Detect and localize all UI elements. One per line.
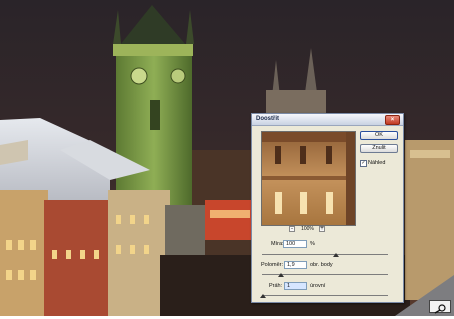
zoom-value: 100% [301,226,314,232]
amount-unit: % [310,241,315,247]
amount-slider-track[interactable] [262,254,388,255]
threshold-slider-track[interactable] [262,295,388,296]
radius-slider-thumb[interactable] [278,273,284,277]
threshold-unit: úrovní [310,283,326,289]
threshold-input[interactable]: 1 [284,282,307,290]
close-icon[interactable]: × [385,115,400,125]
preview-checkbox-label: Náhled [368,160,386,166]
radius-label: Poloměr: [261,262,284,268]
threshold-slider-thumb[interactable] [260,294,266,298]
threshold-label: Práh: [269,283,283,289]
amount-label: Míra: [271,241,284,247]
zoom-controls: - 100% + [261,225,354,233]
magnifier-icon[interactable] [429,300,451,314]
amount-slider-thumb[interactable] [333,253,339,257]
preview-checkbox[interactable]: ✓ [360,160,367,167]
ok-button[interactable]: OK [360,131,398,140]
sharpen-dialog: Doostřit × - 100% + OK Znulit ✓ Náhled M… [251,113,404,303]
reset-button[interactable]: Znulit [360,144,398,153]
dialog-titlebar[interactable]: Doostřit × [252,114,403,126]
radius-input[interactable]: 1,9 [284,261,307,269]
dialog-title: Doostřit [256,116,279,122]
zoom-in-icon[interactable]: + [319,226,325,232]
amount-input[interactable]: 100 [283,240,307,248]
preview-image[interactable] [261,131,356,226]
radius-unit: obr. body [310,262,333,268]
